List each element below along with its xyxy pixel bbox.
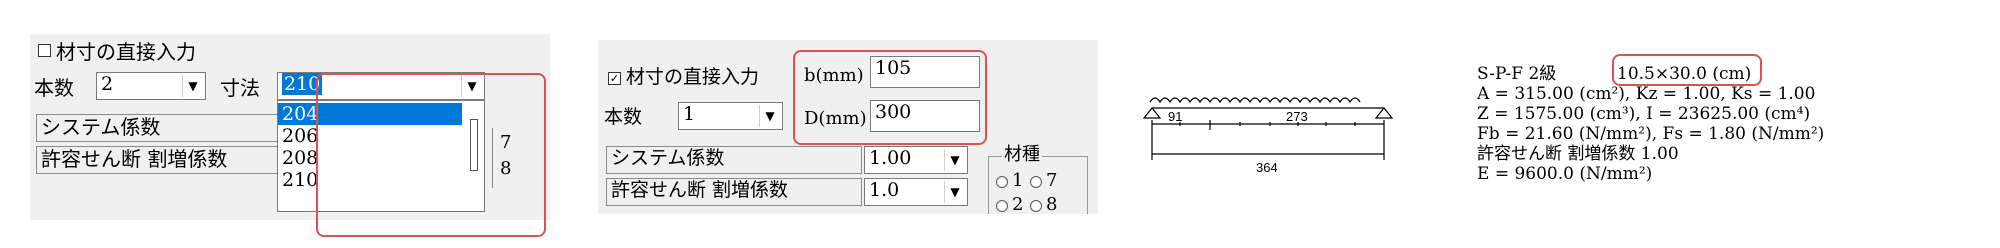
support-right-icon [1374,107,1394,119]
direct-input-label: 材寸の直接入力 [626,66,760,88]
beam-diagram: 91 273 364 [1142,97,1394,175]
count-label: 本数 [604,106,643,128]
shear-coeff-label: 許容せん断 割増係数 [606,178,862,206]
count-select[interactable]: 1 ▼ [678,102,783,130]
highlight-section [1612,54,1762,86]
material-option: 8 [1046,194,1058,215]
material-radio[interactable] [1030,200,1042,212]
material-radio[interactable] [996,176,1008,188]
count-value: 2 [101,73,114,95]
size-label: 寸法 [220,76,260,100]
highlight-dimension-inputs [793,50,987,145]
shear-coeff-value: 1.0 [869,179,900,201]
modulus-line: Z = 1575.00 (cm³), I = 23625.00 (cm⁴) [1477,104,1811,124]
shear-line: 許容せん断 割増係数 1.00 [1477,144,1679,164]
elastic-line: E = 9600.0 (N/mm²) [1477,164,1653,184]
chevron-down-icon[interactable]: ▼ [944,149,965,171]
dim-right-label: 273 [1286,109,1308,124]
direct-input-checkbox[interactable]: ✓ [608,72,621,85]
system-coeff-label: システム係数 [36,114,306,142]
distributed-load-icon [1149,97,1361,104]
count-select[interactable]: 2 ▼ [96,72,206,100]
system-coeff-value: 1.00 [869,147,912,169]
material-option: 2 [1012,194,1024,215]
highlight-dropdown [316,73,546,237]
material-option: 1 [1012,170,1024,191]
support-left-icon [1142,107,1162,119]
material-radio[interactable] [996,200,1008,212]
direct-input-label: 材寸の直接入力 [56,40,196,64]
shear-coeff-select[interactable]: 1.0 ▼ [864,178,968,206]
direct-input-checkbox[interactable] [38,44,51,57]
count-value: 1 [683,103,696,125]
system-coeff-label: システム係数 [606,146,862,174]
chevron-down-icon[interactable]: ▼ [759,105,780,127]
chevron-down-icon[interactable]: ▼ [182,75,203,97]
grade-text: S-P-F 2級 [1477,64,1557,84]
chevron-down-icon[interactable]: ▼ [944,181,965,203]
material-label: 材種 [1002,144,1042,165]
count-label: 本数 [34,76,74,100]
stress-line: Fb = 21.60 (N/mm²), Fs = 1.80 (N/mm²) [1477,124,1825,144]
shear-coeff-label: 許容せん断 割増係数 [36,146,306,174]
dim-total-label: 364 [1256,160,1278,175]
material-radio[interactable] [1030,176,1042,188]
dim-left-label: 91 [1168,109,1182,124]
system-coeff-select[interactable]: 1.00 ▼ [864,146,968,174]
material-option: 7 [1046,170,1058,191]
area-line: A = 315.00 (cm²), Kz = 1.00, Ks = 1.00 [1477,84,1816,104]
